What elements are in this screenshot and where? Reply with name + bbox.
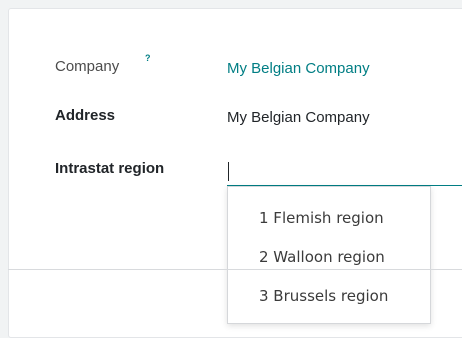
company-field-link[interactable]: My Belgian Company: [227, 60, 370, 77]
intrastat-region-dropdown: 1 Flemish region 2 Walloon region 3 Brus…: [227, 186, 431, 324]
company-label: Company: [55, 58, 120, 75]
dropdown-option-brussels[interactable]: 3 Brussels region: [259, 287, 388, 305]
company-help-tooltip-icon[interactable]: ?: [145, 53, 151, 63]
intrastat-region-input[interactable]: [227, 157, 462, 186]
text-cursor: [228, 162, 229, 181]
address-label: Address: [55, 107, 116, 124]
intrastat-region-label: Intrastat region: [55, 160, 165, 177]
address-value: My Belgian Company: [227, 109, 370, 126]
dropdown-option-walloon[interactable]: 2 Walloon region: [259, 248, 385, 266]
dropdown-option-flemish[interactable]: 1 Flemish region: [259, 209, 384, 227]
section-divider: [8, 269, 462, 270]
